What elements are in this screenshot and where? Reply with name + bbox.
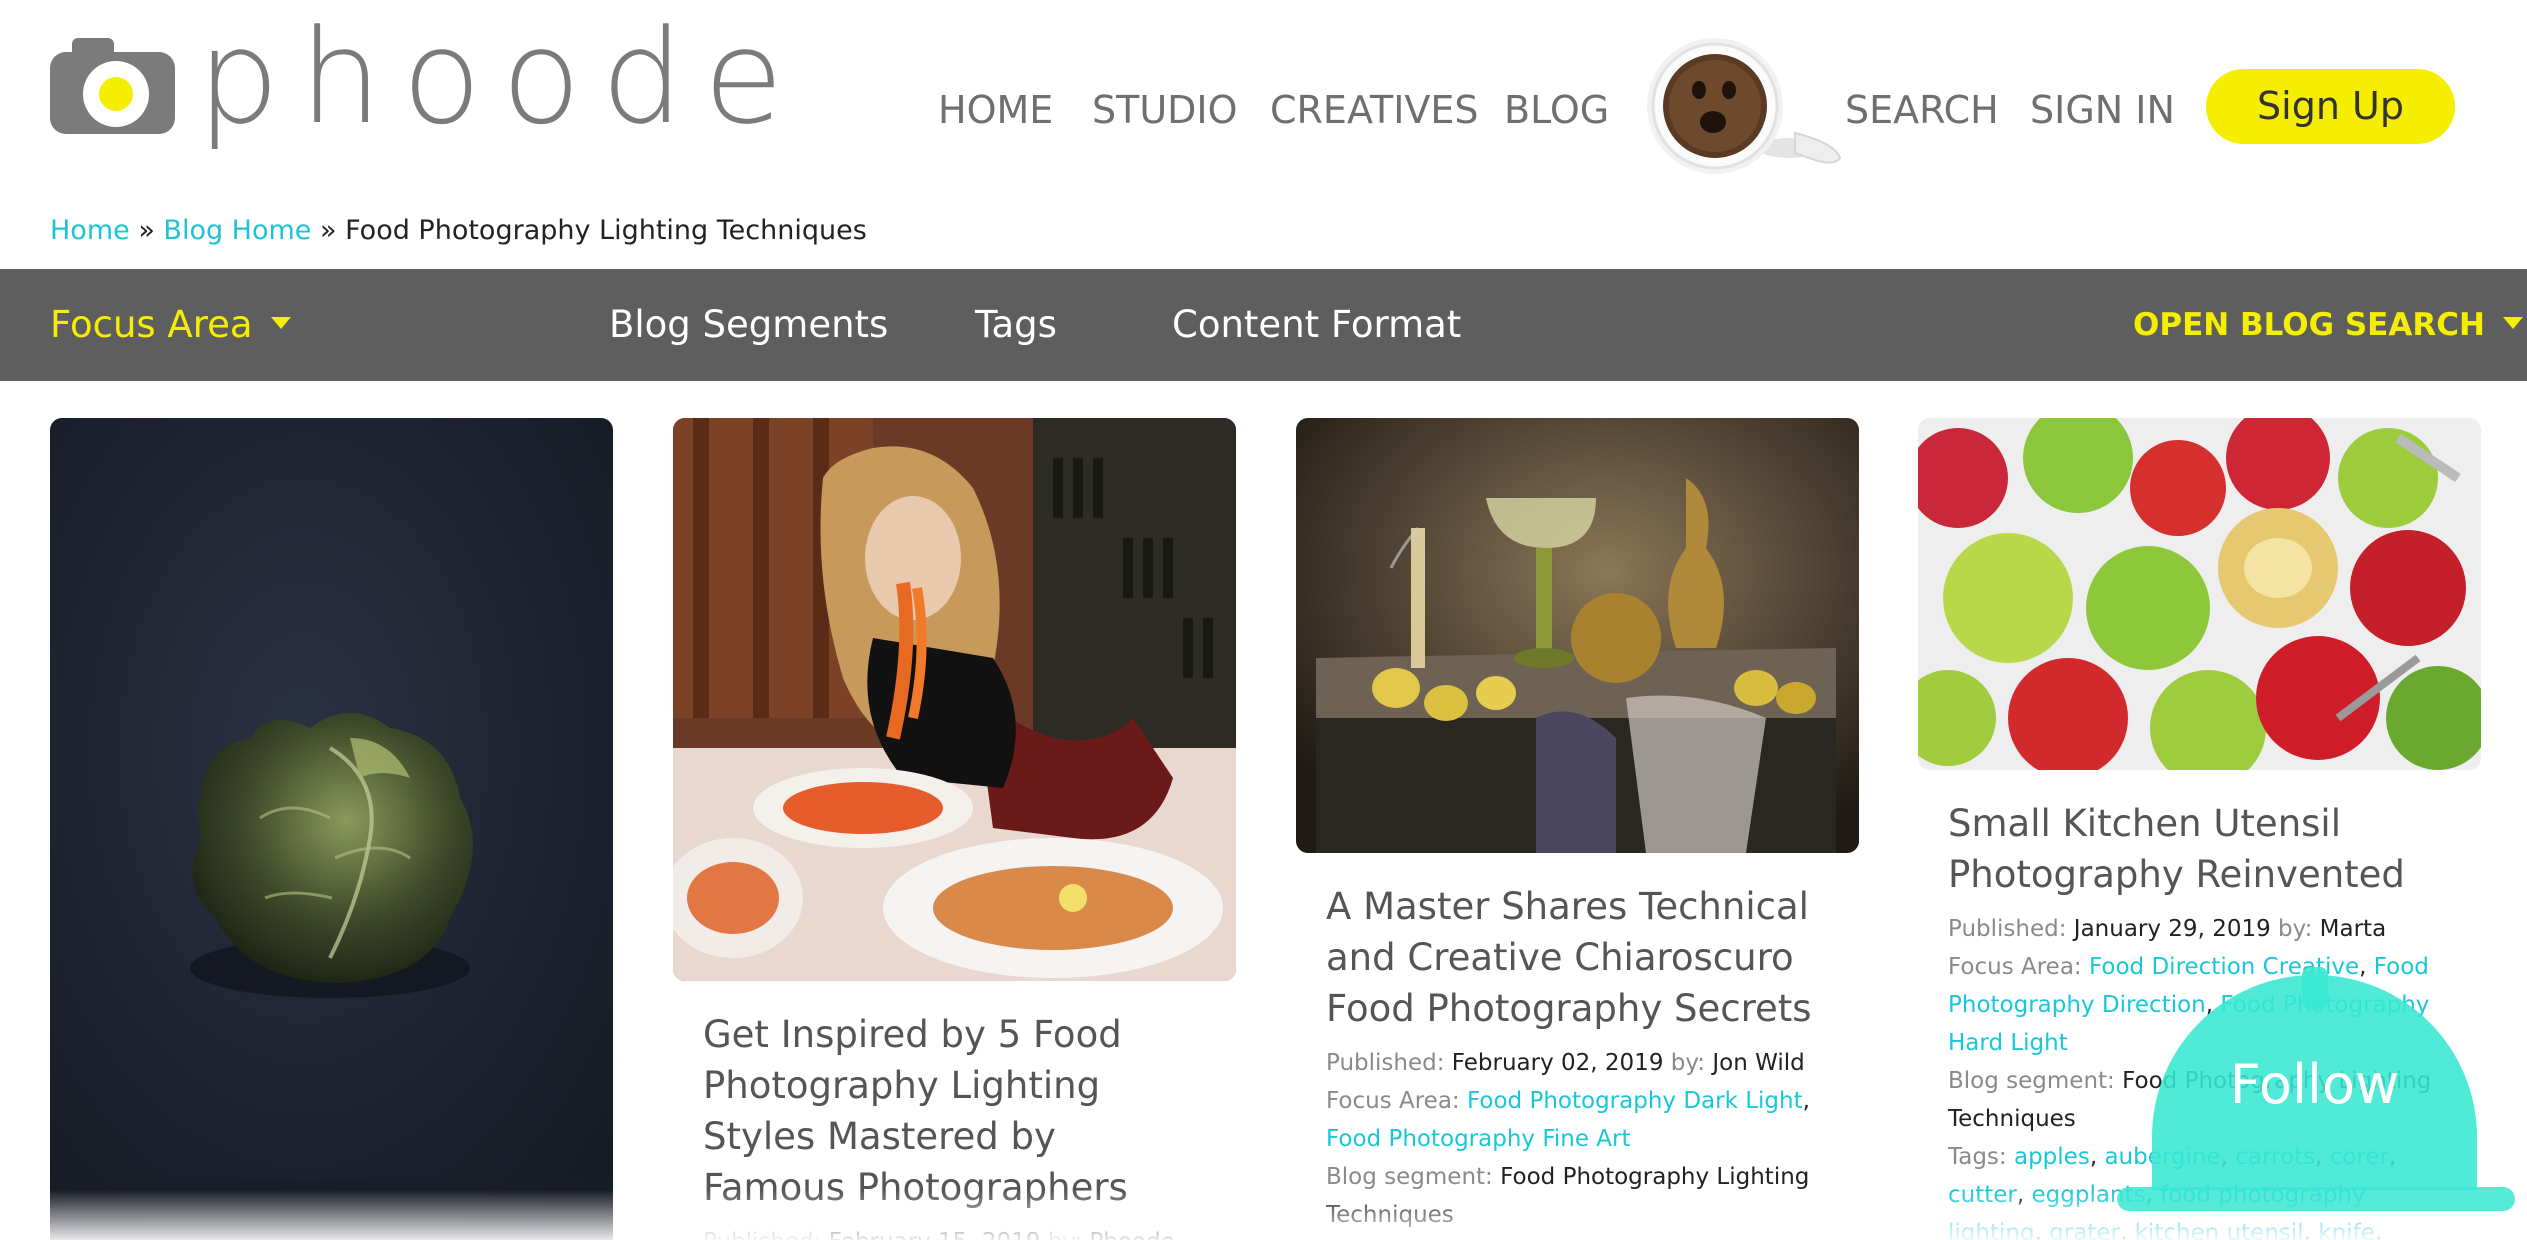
published-label: Published: (1326, 1050, 1445, 1076)
published-label: Published: (703, 1229, 821, 1240)
card-focus-area: Focus Area: Food Photography Dark Light,… (1326, 1088, 1810, 1152)
card-published: Published: January 29, 2019 by: Marta (1948, 910, 2451, 948)
follow-button[interactable]: Follow (2152, 967, 2477, 1190)
main-nav: HOME STUDIO CREATIVES BLOG SEARCH SIGN I… (0, 80, 2527, 140)
breadcrumb-separator: » (129, 215, 164, 246)
published-date: January 29, 2019 (2073, 916, 2271, 942)
published-label: Published: (1948, 916, 2067, 942)
follow-label: Follow (2229, 1053, 2400, 1116)
tags-menu[interactable]: Tags (975, 269, 1057, 381)
open-blog-search-label: OPEN BLOG SEARCH (2133, 307, 2485, 343)
focus-area-link[interactable]: Food Photography Fine Art (1326, 1126, 1631, 1152)
card-image-cabbage[interactable] (50, 418, 613, 1240)
open-blog-search-button[interactable]: OPEN BLOG SEARCH (2133, 269, 2523, 381)
coffee-mug-icon[interactable] (1645, 38, 1845, 178)
author-name: Phoode (1089, 1229, 1174, 1240)
blog-filter-bar: Focus Area Blog Segments Tags Content Fo… (0, 269, 2527, 381)
apples-with-peeler-photo (1918, 418, 2481, 770)
nav-blog[interactable]: BLOG (1504, 80, 1609, 140)
nav-home[interactable]: HOME (938, 80, 1053, 140)
by-label: by: (1048, 1229, 1082, 1240)
nav-creatives[interactable]: CREATIVES (1270, 80, 1479, 140)
follow-base (2117, 1187, 2515, 1211)
nav-studio[interactable]: STUDIO (1092, 80, 1238, 140)
blog-card: A Master Shares Technical and Creative C… (1296, 418, 1859, 1234)
focus-area-link[interactable]: Food Photography Dark Light (1467, 1088, 1803, 1114)
published-date: February 15, 2019 (829, 1229, 1041, 1240)
breadcrumb-home-link[interactable]: Home (50, 215, 130, 246)
card-title[interactable]: Small Kitchen Utensil Photography Reinve… (1948, 798, 2451, 900)
sign-up-button[interactable]: Sign Up (2206, 69, 2455, 144)
breadcrumb-blog-home-link[interactable]: Blog Home (163, 215, 311, 246)
nav-sign-in[interactable]: SIGN IN (2030, 80, 2175, 140)
tags-label: Tags: (1948, 1144, 2007, 1170)
site-header: phoode HOME STUDIO CREATIVES BLOG SEARCH… (0, 0, 2527, 200)
tag-link[interactable]: cutter (1948, 1182, 2017, 1208)
card-published: Published: February 15, 2019 by: Phoode (703, 1223, 1206, 1240)
card-image-still-life[interactable] (1296, 418, 1859, 853)
tag-link[interactable]: kitchen utensil (2135, 1220, 2304, 1240)
card-blog-segment: Blog segment: Food Photography Lighting … (1326, 1158, 1829, 1234)
blog-segment-label: Blog segment: (1326, 1164, 1493, 1190)
focus-area-dropdown[interactable]: Focus Area (50, 269, 291, 381)
focus-area-label: Focus Area: (1326, 1088, 1460, 1114)
caret-down-icon (2502, 316, 2523, 329)
breadcrumb: Home » Blog Home » Food Photography Ligh… (50, 215, 867, 246)
published-date: February 02, 2019 (1451, 1050, 1664, 1076)
chiaroscuro-still-life-photo (1296, 418, 1859, 853)
focus-area-label: Focus Area (50, 303, 253, 346)
card-title[interactable]: Get Inspired by 5 Food Photography Light… (703, 1009, 1206, 1213)
card-published: Published: February 02, 2019 by: Jon Wil… (1326, 1044, 1829, 1082)
card-image-apples[interactable] (1918, 418, 2481, 770)
by-label: by: (1670, 1050, 1706, 1076)
breadcrumb-current: Food Photography Lighting Techniques (345, 215, 867, 246)
focus-area-label: Focus Area: (1948, 954, 2082, 980)
tag-link[interactable]: grater (2049, 1220, 2120, 1240)
author-name: Jon Wild (1712, 1050, 1805, 1076)
breadcrumb-separator: » (311, 215, 346, 246)
nav-search[interactable]: SEARCH (1845, 80, 1999, 140)
content-format-menu[interactable]: Content Format (1172, 269, 1461, 381)
by-label: by: (2278, 916, 2313, 942)
caret-down-icon (270, 316, 291, 329)
tag-link[interactable]: apples (2014, 1144, 2090, 1170)
woman-eating-spaghetti-photo (673, 418, 1236, 981)
card-image-spaghetti[interactable] (673, 418, 1236, 981)
follow-knob (2302, 967, 2328, 1009)
blog-card (50, 418, 613, 1240)
blog-card: Get Inspired by 5 Food Photography Light… (673, 418, 1236, 1240)
blog-segments-menu[interactable]: Blog Segments (609, 269, 888, 381)
savoy-cabbage-photo (50, 418, 613, 1240)
author-name: Marta (2319, 916, 2387, 942)
card-title[interactable]: A Master Shares Technical and Creative C… (1326, 881, 1829, 1034)
blog-segment-label: Blog segment: (1948, 1068, 2115, 1094)
tag-link[interactable]: knife (2318, 1220, 2375, 1240)
